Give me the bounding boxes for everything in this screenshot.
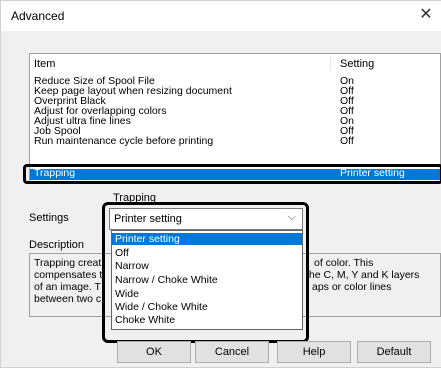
column-header-item[interactable]: Item	[34, 58, 55, 70]
description-line-3-left: of an image. T	[34, 281, 101, 293]
default-button[interactable]: Default	[357, 341, 431, 363]
dropdown-highlight-outline	[102, 202, 309, 343]
advanced-dialog: Advanced ✕ Item Setting Reduce Size of S…	[0, 0, 441, 368]
title-bar: Advanced ✕	[1, 1, 441, 31]
column-header-setting[interactable]: Setting	[340, 58, 374, 70]
description-line-4-left: between two c	[34, 293, 102, 305]
description-line-1-left: Trapping creat	[34, 257, 102, 269]
list-item[interactable]: Adjust ultra fine lines On	[30, 116, 440, 127]
dialog-title: Advanced	[11, 9, 65, 23]
column-separator[interactable]	[330, 56, 331, 70]
description-line-3-right: aps or color lines	[312, 281, 392, 293]
description-line-2-left: compensates t	[34, 269, 103, 281]
selected-row-highlight-outline	[23, 164, 441, 184]
list-item-value: Off	[340, 135, 354, 147]
close-icon[interactable]: ✕	[417, 5, 435, 25]
cancel-button[interactable]: Cancel	[195, 341, 269, 363]
description-label: Description	[29, 239, 85, 251]
description-line-2-right: the C, M, Y and K layers	[306, 269, 420, 281]
settings-label: Settings	[29, 212, 69, 224]
ok-button[interactable]: OK	[117, 341, 191, 363]
list-item[interactable]: Run maintenance cycle before printing Of…	[30, 135, 440, 147]
help-button[interactable]: Help	[277, 341, 351, 363]
list-item-label: Run maintenance cycle before printing	[34, 135, 214, 147]
description-line-1-right: of color. This	[314, 257, 374, 269]
